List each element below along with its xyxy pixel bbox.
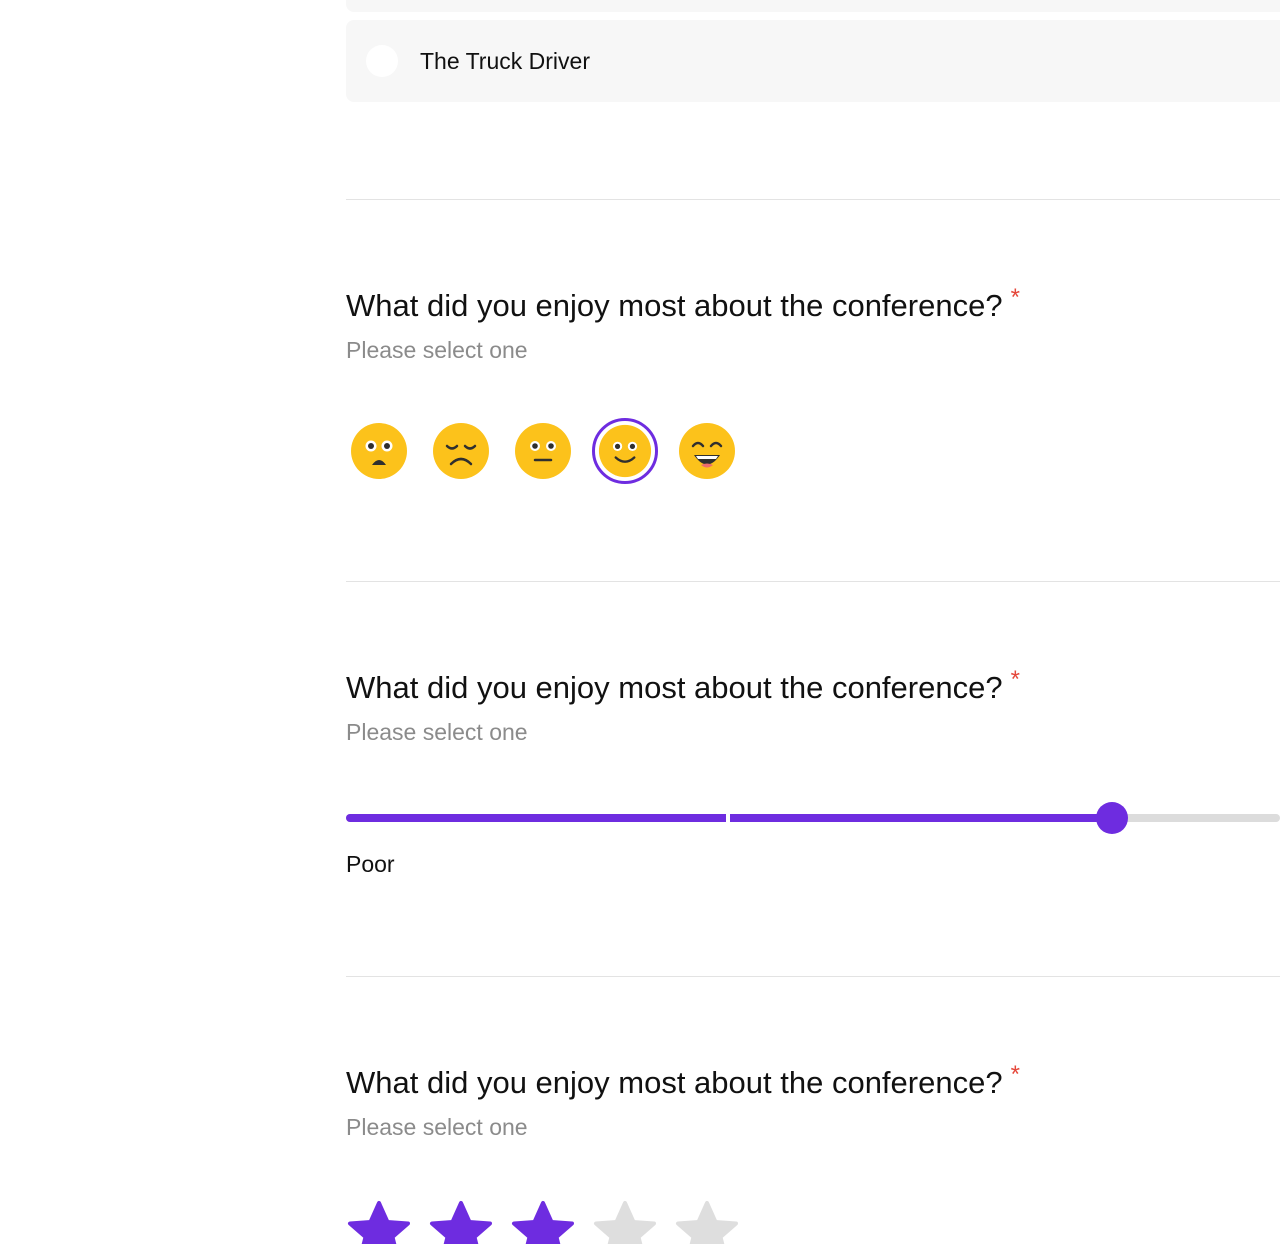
- emoji-rating: [346, 418, 756, 484]
- section-divider: [346, 976, 1280, 977]
- neutral-face-icon[interactable]: [510, 418, 576, 484]
- required-asterisk: *: [1010, 666, 1020, 693]
- question-hint: Please select one: [346, 719, 528, 745]
- required-asterisk: *: [1010, 1061, 1020, 1088]
- star-filled-icon[interactable]: [428, 1200, 494, 1244]
- question-title: What did you enjoy most about the confer…: [346, 666, 1020, 706]
- question-text: What did you enjoy most about the confer…: [346, 670, 1003, 705]
- frowning-open-mouth-face-icon[interactable]: [346, 418, 412, 484]
- question-hint: Please select one: [346, 1114, 528, 1140]
- star-filled-icon[interactable]: [510, 1200, 576, 1244]
- star-rating: [346, 1200, 756, 1244]
- question-title: What did you enjoy most about the confer…: [346, 284, 1020, 324]
- option-card-truck-driver[interactable]: The Truck Driver: [346, 20, 1280, 102]
- slider-step-marker: [726, 813, 730, 823]
- option-label: The Truck Driver: [420, 47, 590, 74]
- star-empty-icon[interactable]: [674, 1200, 740, 1244]
- grinning-face-icon[interactable]: [674, 418, 740, 484]
- star-filled-icon[interactable]: [346, 1200, 412, 1244]
- question-text: What did you enjoy most about the confer…: [346, 1065, 1003, 1100]
- survey-form: The Truck Driver What did you enjoy most…: [0, 0, 1280, 1244]
- section-divider: [346, 581, 1280, 582]
- slightly-smiling-face-icon[interactable]: [592, 418, 658, 484]
- question-text: What did you enjoy most about the confer…: [346, 288, 1003, 323]
- slider-handle[interactable]: [1096, 802, 1128, 834]
- section-divider: [346, 199, 1280, 200]
- rating-slider[interactable]: [346, 802, 1280, 834]
- question-title: What did you enjoy most about the confer…: [346, 1061, 1020, 1101]
- slider-min-label: Poor: [346, 851, 395, 877]
- question-hint: Please select one: [346, 337, 528, 363]
- option-card-previous[interactable]: [346, 0, 1280, 12]
- required-asterisk: *: [1010, 284, 1020, 311]
- star-empty-icon[interactable]: [592, 1200, 658, 1244]
- sad-face-icon[interactable]: [428, 418, 494, 484]
- radio-button[interactable]: [366, 45, 398, 77]
